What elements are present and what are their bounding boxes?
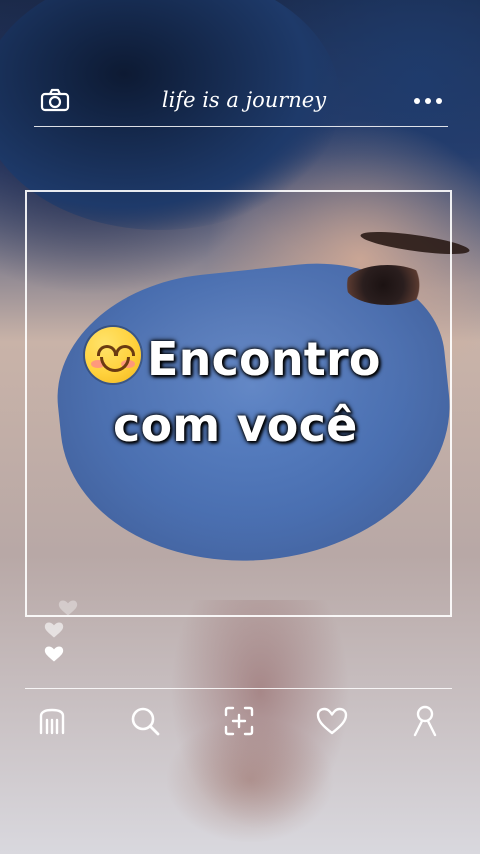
top-divider — [34, 126, 448, 127]
headline-text-2: com você — [113, 398, 358, 452]
camera-icon[interactable] — [40, 88, 70, 112]
bottom-divider — [25, 688, 452, 689]
emoji-mouth — [100, 357, 130, 372]
profile-icon[interactable] — [408, 704, 442, 738]
more-dot — [436, 98, 442, 104]
more-icon[interactable] — [414, 98, 442, 106]
heart-outline-icon[interactable] — [315, 704, 349, 738]
app-title: life is a journey — [161, 88, 327, 112]
more-dot — [414, 98, 420, 104]
headline-text-1: Encontro — [147, 332, 381, 386]
heart-icon — [58, 600, 78, 616]
heart-icon[interactable] — [44, 644, 64, 664]
top-bar: life is a journey — [34, 80, 448, 125]
add-photo-icon[interactable] — [222, 704, 256, 738]
floating-hearts — [42, 596, 82, 666]
search-icon[interactable] — [128, 704, 162, 738]
post-headline: Encontro com você — [85, 326, 445, 458]
emoji-eye — [97, 345, 117, 356]
bottom-nav — [25, 696, 452, 746]
smiling-face-emoji-icon — [85, 327, 141, 383]
home-icon[interactable] — [35, 704, 69, 738]
headline-line-1: Encontro — [85, 326, 445, 392]
heart-icon — [44, 622, 64, 638]
emoji-eye — [115, 345, 135, 356]
more-dot — [425, 98, 431, 104]
